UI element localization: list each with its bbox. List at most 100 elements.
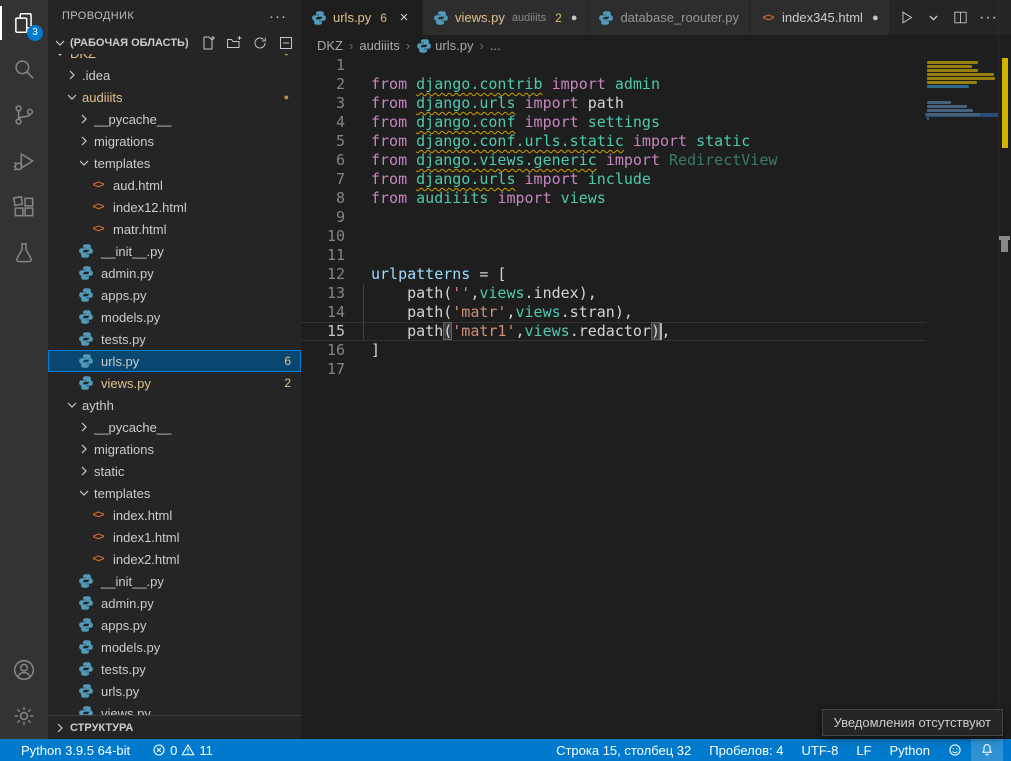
line-content: urlpatterns = [ (371, 265, 506, 284)
error-count: 0 (170, 743, 177, 758)
tree-item-templates[interactable]: templates (48, 482, 301, 504)
breadcrumb-item[interactable]: urls.py (416, 38, 473, 53)
code-line-15[interactable]: 15 path('matr1',views.redactor), (301, 322, 926, 341)
activity-source-control[interactable] (0, 92, 48, 138)
code-line-16[interactable]: 16] (301, 341, 926, 360)
tree-item-tests-py[interactable]: tests.py (48, 658, 301, 680)
status-feedback[interactable] (939, 739, 971, 761)
status-problems[interactable]: 011 (143, 739, 222, 761)
status-indentation[interactable]: Пробелов: 4 (700, 739, 792, 761)
tab-urls-py[interactable]: urls.py6× (301, 0, 422, 35)
chevron-down-icon (52, 54, 68, 61)
tree-item-aythh[interactable]: aythh (48, 394, 301, 416)
minimap[interactable] (927, 57, 997, 125)
run-dropdown-button[interactable] (922, 6, 945, 30)
split-editor-button[interactable] (949, 6, 972, 30)
run-button[interactable] (895, 6, 918, 30)
code-line-11[interactable]: 11 (301, 246, 926, 265)
status-eol[interactable]: LF (847, 739, 880, 761)
dirty-indicator[interactable]: ● (571, 12, 578, 24)
status-cursor-position[interactable]: Строка 15, столбец 32 (547, 739, 700, 761)
tree-item-matr-html[interactable]: <>matr.html (48, 218, 301, 240)
activity-account[interactable] (0, 647, 48, 693)
tree-item-admin-py[interactable]: admin.py (48, 262, 301, 284)
tree-item-index2-html[interactable]: <>index2.html (48, 548, 301, 570)
tree-item-static[interactable]: static (48, 460, 301, 482)
new-file-button[interactable] (199, 34, 217, 52)
tree-item-label: apps.py (101, 288, 147, 303)
code-line-8[interactable]: 8from audiiits import views (301, 189, 926, 208)
code-line-14[interactable]: 14 path('matr',views.stran), (301, 303, 926, 322)
tree-item-apps-py[interactable]: apps.py (48, 284, 301, 306)
tree-item-models-py[interactable]: models.py (48, 636, 301, 658)
code-editor[interactable]: 12from django.contrib import admin3from … (301, 56, 926, 379)
scrollbar-thumb[interactable] (999, 236, 1010, 240)
tree-item--init-py[interactable]: __init__.py (48, 570, 301, 592)
breadcrumb-item[interactable]: audiiits (359, 38, 399, 53)
new-folder-button[interactable] (225, 34, 243, 52)
tab-database-roouter-py[interactable]: database_roouter.py (588, 0, 749, 35)
run-icon (898, 9, 915, 26)
tree-item-label: admin.py (101, 266, 154, 281)
tree-item-migrations[interactable]: migrations (48, 130, 301, 152)
activity-extensions[interactable] (0, 184, 48, 230)
tree-item--init-py[interactable]: __init__.py (48, 240, 301, 262)
tree-item--idea[interactable]: .idea (48, 64, 301, 86)
code-line-13[interactable]: 13 path('',views.index), (301, 284, 926, 303)
code-line-4[interactable]: 4from django.conf import settings (301, 113, 926, 132)
dirty-indicator[interactable]: ● (872, 12, 879, 24)
tree-item-templates[interactable]: templates (48, 152, 301, 174)
activity-run-debug[interactable] (0, 138, 48, 184)
tab-views-py[interactable]: views.pyaudiiits2● (423, 0, 587, 35)
breadcrumb-item[interactable]: DKZ (317, 38, 343, 53)
collapse-all-button[interactable] (277, 34, 295, 52)
code-line-17[interactable]: 17 (301, 360, 926, 379)
tree-item-urls-py[interactable]: urls.py6 (48, 350, 301, 372)
code-line-5[interactable]: 5from django.conf.urls.static import sta… (301, 132, 926, 151)
tree-item--pycache-[interactable]: __pycache__ (48, 108, 301, 130)
tree-item-dkz[interactable]: DKZ● (48, 54, 301, 64)
code-line-6[interactable]: 6from django.views.generic import Redire… (301, 151, 926, 170)
tree-item-migrations[interactable]: migrations (48, 438, 301, 460)
explorer-more-actions-icon[interactable]: ··· (269, 8, 287, 25)
breadcrumb-item[interactable]: ... (490, 38, 501, 53)
activity-explorer[interactable]: 3 (0, 0, 48, 46)
activity-settings[interactable] (0, 693, 48, 739)
status-notifications-bell[interactable] (971, 739, 1003, 761)
tree-item-index12-html[interactable]: <>index12.html (48, 196, 301, 218)
tree-item-index1-html[interactable]: <>index1.html (48, 526, 301, 548)
tree-item-views-py[interactable]: views.py (48, 702, 301, 715)
outline-section-header[interactable]: СТРУКТУРА (48, 715, 301, 739)
refresh-button[interactable] (251, 34, 269, 52)
code-line-2[interactable]: 2from django.contrib import admin (301, 75, 926, 94)
workspace-section-header[interactable]: (РАБОЧАЯ ОБЛАСТЬ) ... (48, 32, 301, 54)
tab-index345-html[interactable]: <>index345.html● (750, 0, 889, 35)
tree-item-tests-py[interactable]: tests.py (48, 328, 301, 350)
activity-testing[interactable] (0, 230, 48, 276)
code-token: path (588, 94, 624, 112)
tree-item-aud-html[interactable]: <>aud.html (48, 174, 301, 196)
tree-item-models-py[interactable]: models.py (48, 306, 301, 328)
status-label: Python (890, 743, 930, 758)
line-content: path('matr1',views.redactor), (371, 323, 671, 340)
tree-item-audiiits[interactable]: audiiits● (48, 86, 301, 108)
status-python-interpreter[interactable]: Python 3.9.5 64-bit (12, 739, 139, 761)
code-line-1[interactable]: 1 (301, 56, 926, 75)
code-line-12[interactable]: 12urlpatterns = [ (301, 265, 926, 284)
code-line-7[interactable]: 7from django.urls import include (301, 170, 926, 189)
tree-item-urls-py[interactable]: urls.py (48, 680, 301, 702)
tree-item-index-html[interactable]: <>index.html (48, 504, 301, 526)
tree-item-admin-py[interactable]: admin.py (48, 592, 301, 614)
status-language-mode[interactable]: Python (881, 739, 939, 761)
code-line-3[interactable]: 3from django.urls import path (301, 94, 926, 113)
tree-item--pycache-[interactable]: __pycache__ (48, 416, 301, 438)
overview-ruler[interactable] (998, 0, 1011, 739)
code-line-9[interactable]: 9 (301, 208, 926, 227)
activity-search[interactable] (0, 46, 48, 92)
status-encoding[interactable]: UTF-8 (793, 739, 848, 761)
tree-item-apps-py[interactable]: apps.py (48, 614, 301, 636)
breadcrumb[interactable]: DKZ›audiiits›urls.py›... (301, 35, 1011, 56)
tree-item-views-py[interactable]: views.py2 (48, 372, 301, 394)
code-line-10[interactable]: 10 (301, 227, 926, 246)
close-icon[interactable]: × (396, 9, 412, 26)
